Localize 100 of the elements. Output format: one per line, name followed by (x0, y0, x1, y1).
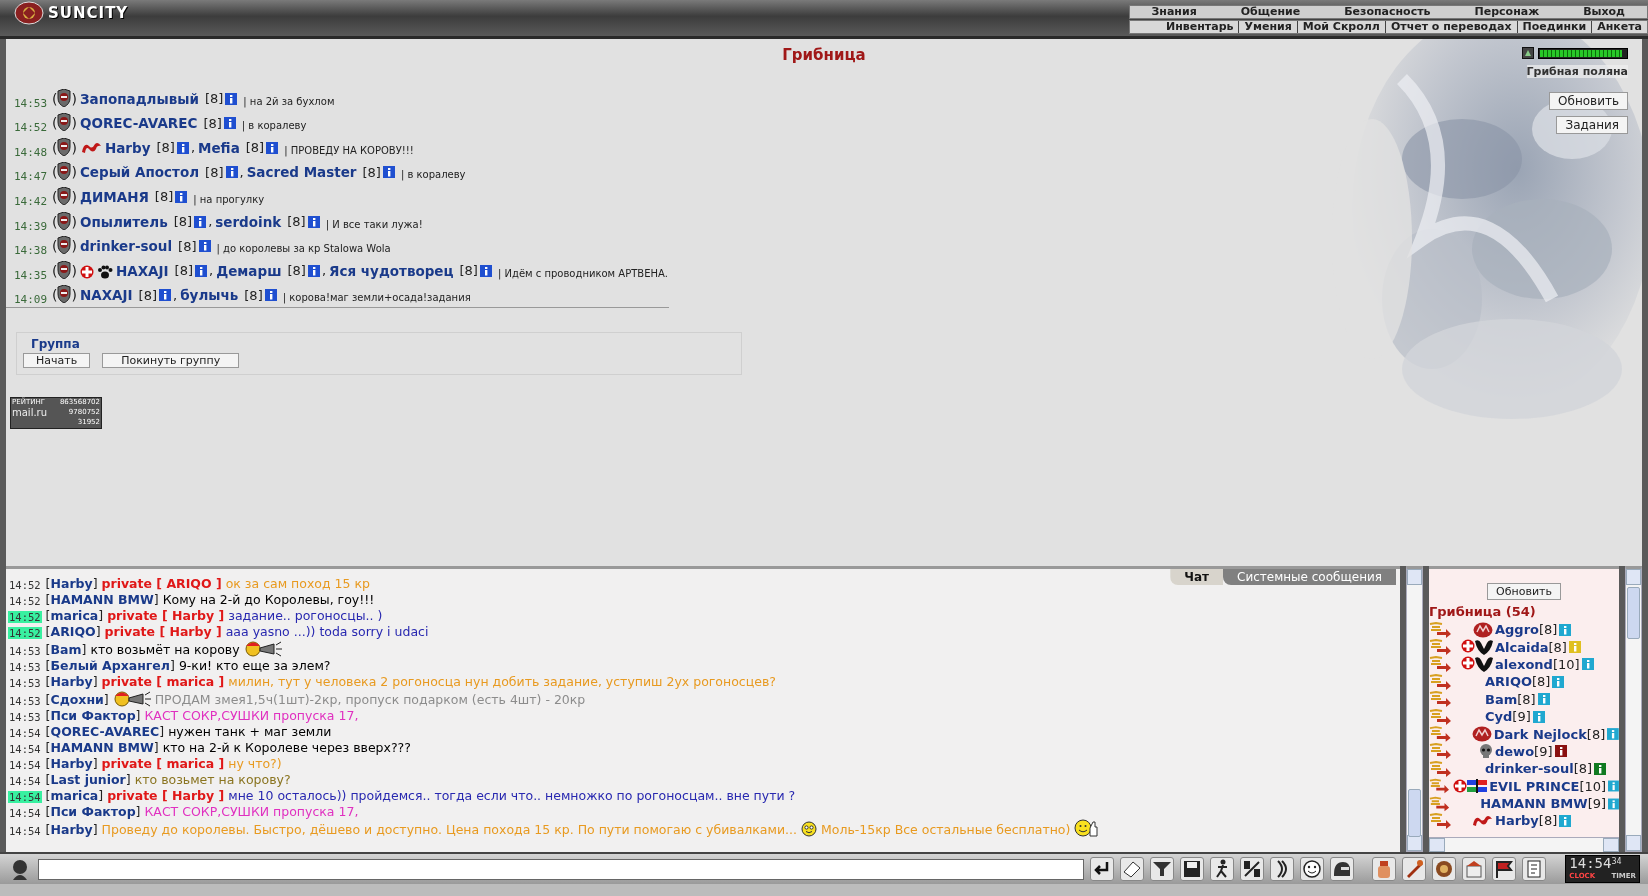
sender-name[interactable]: [ARIQO] (45, 624, 101, 639)
player-name[interactable]: Bam (1485, 691, 1518, 707)
coin-icon[interactable] (1433, 858, 1455, 880)
player-name[interactable]: Harby (104, 139, 151, 156)
info-icon[interactable] (479, 264, 492, 277)
info-icon[interactable] (1554, 745, 1567, 758)
scrollbar[interactable] (1625, 566, 1642, 852)
info-icon[interactable] (225, 166, 238, 179)
info-icon[interactable] (194, 215, 207, 228)
message-field[interactable] (38, 858, 1084, 880)
player-name[interactable]: Harby (1495, 813, 1539, 829)
nav-link[interactable]: Инвентарь (1161, 21, 1239, 33)
slash-icon[interactable] (1241, 858, 1263, 880)
player-name[interactable]: NAXAJI (79, 287, 133, 304)
sender-name[interactable]: [HAMANN BMW] (45, 740, 159, 755)
player-name[interactable]: ARIQO (1485, 674, 1532, 690)
info-icon[interactable] (307, 264, 320, 277)
sender-name[interactable]: [Пси Фактор] (45, 804, 141, 819)
private-recipient[interactable]: private [ Harby ] (104, 624, 222, 639)
action-button[interactable]: Обновить (1549, 92, 1628, 110)
player-name[interactable]: alexond (1495, 656, 1553, 672)
group-button[interactable]: Начать (23, 353, 91, 369)
private-recipient[interactable]: private [ Harby ] (107, 608, 225, 623)
info-icon[interactable] (382, 166, 395, 179)
player-name[interactable]: HAMANN BMW (1480, 796, 1588, 812)
sender-name[interactable]: [QOREC-AVAREC] (45, 724, 165, 739)
player-name[interactable]: Запопадлывый (79, 90, 199, 107)
arrow-icon[interactable] (1429, 621, 1451, 638)
sender-name[interactable]: [Last junior] (45, 772, 131, 787)
sender-name[interactable]: [Пси Фактор] (45, 708, 141, 723)
player-name[interactable]: drinker-soul (79, 238, 173, 255)
sender-name[interactable]: [Harby] (45, 756, 98, 771)
location-link[interactable]: Грибная поляна (1526, 65, 1628, 78)
info-icon[interactable] (1594, 762, 1607, 775)
house-icon[interactable] (1463, 858, 1485, 880)
arrow-icon[interactable] (1429, 708, 1451, 725)
player-name[interactable]: Демарш (216, 262, 282, 279)
info-icon[interactable] (307, 215, 320, 228)
player-name[interactable]: HAXAJI (115, 262, 169, 279)
private-recipient[interactable]: private [ marica ] (101, 756, 225, 771)
info-icon[interactable] (176, 141, 189, 154)
nav-link[interactable]: Безопасность (1322, 6, 1453, 18)
info-icon[interactable] (266, 141, 279, 154)
nav-link[interactable]: Общение (1218, 6, 1323, 18)
player-name[interactable]: ДИМАНЯ (79, 188, 149, 205)
info-icon[interactable] (195, 264, 207, 277)
sender-name[interactable]: [Bam] (45, 642, 87, 657)
refresh-button[interactable]: Обновить (1487, 583, 1561, 600)
group-button[interactable]: Покинуть группу (102, 353, 240, 369)
arrow-icon[interactable] (1429, 743, 1451, 760)
nav-link[interactable]: Мой Скролл (1296, 21, 1385, 33)
nav-link[interactable]: Персонаж (1452, 6, 1562, 18)
player-name[interactable]: Опылитель (79, 213, 168, 230)
player-name[interactable]: Mefia (198, 139, 240, 156)
private-recipient[interactable]: private [ ARIQO ] (101, 576, 222, 591)
nav-link[interactable]: Знания (1129, 6, 1219, 18)
player-name[interactable]: drinker-soul (1485, 761, 1574, 777)
player-name[interactable]: Alcaida (1495, 639, 1549, 655)
sender-name[interactable]: [Harby] (45, 822, 98, 837)
arrow-icon[interactable] (1429, 691, 1451, 708)
sender-name[interactable]: [Белый Архангел] (45, 658, 175, 673)
sender-name[interactable]: [Сдохни] (45, 692, 109, 707)
arrow-icon[interactable] (1429, 726, 1451, 743)
player-name[interactable]: serdoink (215, 213, 282, 230)
info-icon[interactable] (264, 289, 277, 302)
nav-link[interactable]: Отчет о переводах (1384, 21, 1517, 33)
sender-name[interactable]: [marica] (45, 608, 104, 623)
info-icon[interactable] (159, 289, 171, 302)
player-name[interactable]: Cyd (1485, 709, 1513, 725)
flag-icon[interactable] (1493, 858, 1515, 880)
sender-name[interactable]: [Harby] (45, 576, 98, 591)
scrollbar[interactable] (1429, 837, 1619, 852)
info-icon[interactable] (198, 240, 211, 253)
player-name[interactable]: Aggro (1495, 622, 1539, 638)
arrow-icon[interactable] (1429, 760, 1451, 777)
player-name[interactable]: булычь (180, 287, 239, 304)
arrow-icon[interactable] (1429, 813, 1451, 829)
action-button[interactable]: Задания (1556, 116, 1628, 134)
arrow-icon[interactable] (1429, 795, 1450, 812)
sender-name[interactable]: [Harby] (45, 674, 98, 689)
smiley-icon[interactable] (1301, 858, 1323, 880)
chat-tab[interactable]: Системные сообщения (1223, 569, 1396, 585)
nav-link[interactable]: Выход (1561, 6, 1647, 18)
nav-link[interactable]: Поединки (1516, 21, 1592, 33)
arrow-icon[interactable] (1429, 778, 1449, 795)
private-recipient[interactable]: private [ Harby ] (107, 788, 225, 803)
private-recipient[interactable]: private [ marica ] (101, 674, 225, 689)
sender-name[interactable]: [HAMANN BMW] (45, 592, 159, 607)
arrow-icon[interactable] (1429, 673, 1451, 690)
player-name[interactable]: Sacred Master (246, 164, 357, 181)
player-name[interactable]: QOREC-AVAREC (79, 115, 198, 132)
info-icon[interactable] (223, 117, 236, 130)
nav-link[interactable]: Анкета (1591, 21, 1647, 33)
arrow-icon[interactable] (1429, 656, 1451, 673)
player-name[interactable]: Dark Nejlock (1493, 726, 1587, 742)
info-icon[interactable] (225, 92, 238, 105)
info-icon[interactable] (175, 190, 188, 203)
arrow-icon[interactable] (1429, 639, 1451, 656)
scrollbar[interactable] (1406, 566, 1423, 852)
sender-name[interactable]: [marica] (45, 788, 104, 803)
